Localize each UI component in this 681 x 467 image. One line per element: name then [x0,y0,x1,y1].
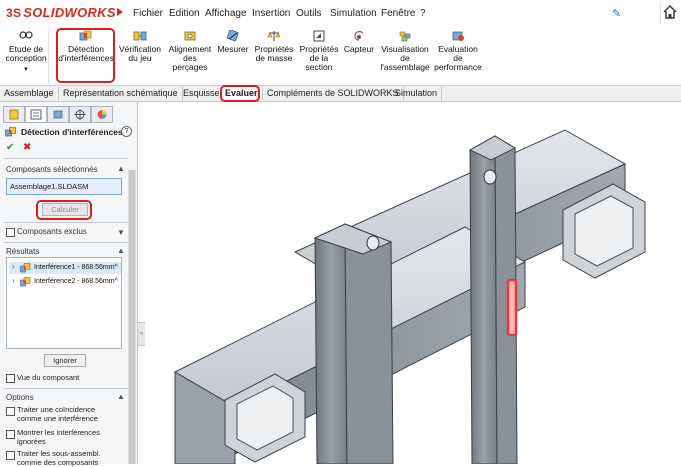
performance-evaluation-icon [452,31,464,41]
expand-menu-arrow-icon[interactable] [117,8,123,16]
show-ignored-option-label: Montrer les interférences ignorées [17,428,100,446]
interference-icon [20,277,31,287]
collapse-chevron-icon[interactable]: ▲ [117,164,125,173]
tab-representation-schematique[interactable]: Représentation schématique [59,87,183,100]
graphics-viewport[interactable] [145,102,681,465]
dimxpert-tab[interactable] [69,106,91,123]
results-list[interactable]: › Interférence1 - 868.56mm^ › Interféren… [6,257,122,349]
expand-arrow-icon[interactable]: › [12,262,15,271]
tab-esquisse[interactable]: Esquisse [179,87,225,100]
assembly-visualization-icon [399,31,411,42]
interference-detection-icon [5,127,16,137]
home-button[interactable] [660,3,681,23]
results-header: Résultats [6,247,40,256]
collapse-chevron-icon[interactable]: ▲ [117,246,125,255]
bolt-hole [483,169,497,185]
section-divider [4,222,128,223]
component-view-checkbox[interactable] [6,374,15,383]
section-divider [4,158,128,159]
manager-tabs [3,106,123,123]
chevron-down-icon: ▾ [24,66,28,73]
tab-assemblage[interactable]: Assemblage [0,87,59,100]
color-wheel-icon [97,110,107,119]
design-study-icon [19,31,33,39]
home-icon [663,4,677,19]
interference-icon [20,263,31,273]
tall-channel-post [469,135,498,465]
verification-jeu-button[interactable]: Vérification du jeu [118,30,162,63]
short-channel-post-flange [344,223,394,465]
bolt-hole [366,235,380,251]
selected-components-header: Composants sélectionnés [6,165,98,174]
help-icon[interactable]: ? [121,126,132,137]
interference-highlight[interactable] [506,278,518,337]
show-ignored-checkbox[interactable] [6,430,15,439]
menu-affichage[interactable]: Affichage [205,8,247,19]
proprietes-masse-button[interactable]: Propriétés de masse [253,30,295,63]
excluded-components-label: Composants exclus [17,227,87,236]
alignement-percages-button[interactable]: Alignement des perçages [166,30,214,72]
selected-component-item[interactable]: Assemblage1.SLDASM [10,182,88,191]
subassembly-option-label: Traiter les sous-assembl. comme des comp… [17,449,101,467]
cancel-x-icon[interactable]: ✖ [23,142,31,153]
panel-scrollbar-thumb[interactable] [129,170,135,464]
mesurer-button[interactable]: Mesurer [216,30,250,54]
clearance-icon [133,31,147,41]
menu-outils[interactable]: Outils [296,8,322,19]
result-item-label: Interférence2 - 868.56mm^ [34,278,118,285]
evaluer-tab-highlight [220,85,260,102]
menu-simulation[interactable]: Simulation [330,8,377,19]
property-list-icon [30,109,42,120]
expand-chevron-icon[interactable]: ▼ [117,228,125,237]
detection-button-highlight [56,28,115,83]
feature-tree-icon [9,109,19,120]
list-item[interactable]: › Interférence2 - 868.56mm^ [9,276,121,288]
section-properties-icon [313,30,325,42]
section-divider [4,388,128,389]
assembly-3d-model[interactable] [145,102,681,465]
result-item-label: Interférence1 - 868.56mm^ [34,264,118,271]
tab-complements-solidworks[interactable]: Compléments de SOLIDWORKS [263,87,404,100]
coincidence-option-label: Traiter une coïncidence comme une interf… [17,405,98,423]
property-manager-tab[interactable] [25,106,47,123]
visualisation-assemblage-button[interactable]: Visualisation de l'assemblage [378,30,432,72]
etude-conception-button[interactable]: Etude de conception ▾ [4,30,48,74]
configuration-icon [53,110,63,119]
ok-checkmark-icon[interactable]: ✔ [6,142,14,153]
component-view-label: Vue du composant [17,373,80,382]
hole-alignment-icon [184,31,196,41]
section-divider [4,242,128,243]
configuration-manager-tab[interactable] [47,106,69,123]
tab-simulation[interactable]: Simulation [391,87,443,100]
excluded-components-checkbox[interactable] [6,228,15,237]
expand-arrow-icon[interactable]: › [12,276,15,285]
menu-insertion[interactable]: Insertion [252,8,290,19]
sensor-icon [354,30,364,41]
feature-manager-tab[interactable] [3,106,25,123]
display-manager-tab[interactable] [91,106,113,123]
panel-title: Détection d'interférences [21,127,123,137]
measure-icon [226,30,239,42]
collapse-chevron-icon[interactable]: ▲ [117,392,125,401]
menu-edition[interactable]: Edition [169,8,200,19]
pin-icon[interactable]: ✎ [612,7,621,20]
options-header: Options [6,393,34,402]
coincidence-checkbox[interactable] [6,407,15,416]
subassembly-checkbox[interactable] [6,451,15,460]
menu-fichier[interactable]: Fichier [133,8,163,19]
ignore-button[interactable]: Ignorer [44,354,86,367]
menu-fenetre[interactable]: Fenêtre [381,8,415,19]
selected-components-list[interactable]: Assemblage1.SLDASM [6,178,122,195]
ribbon-divider [48,31,49,83]
list-item[interactable]: › Interférence1 - 868.56mm^ [9,262,121,274]
evaluation-performance-button[interactable]: Evaluation de performance [434,30,482,72]
proprietes-section-button[interactable]: Propriétés de la section [298,30,340,72]
short-channel-post [314,223,348,465]
solidworks-logo[interactable]: 3S SOLIDWORKS [6,5,116,20]
capteur-button[interactable]: Capteur [342,30,376,54]
menu-help[interactable]: ? [420,8,426,19]
crosshair-icon [74,109,86,120]
mass-properties-icon [267,31,281,41]
calculate-button-highlight [36,200,92,220]
